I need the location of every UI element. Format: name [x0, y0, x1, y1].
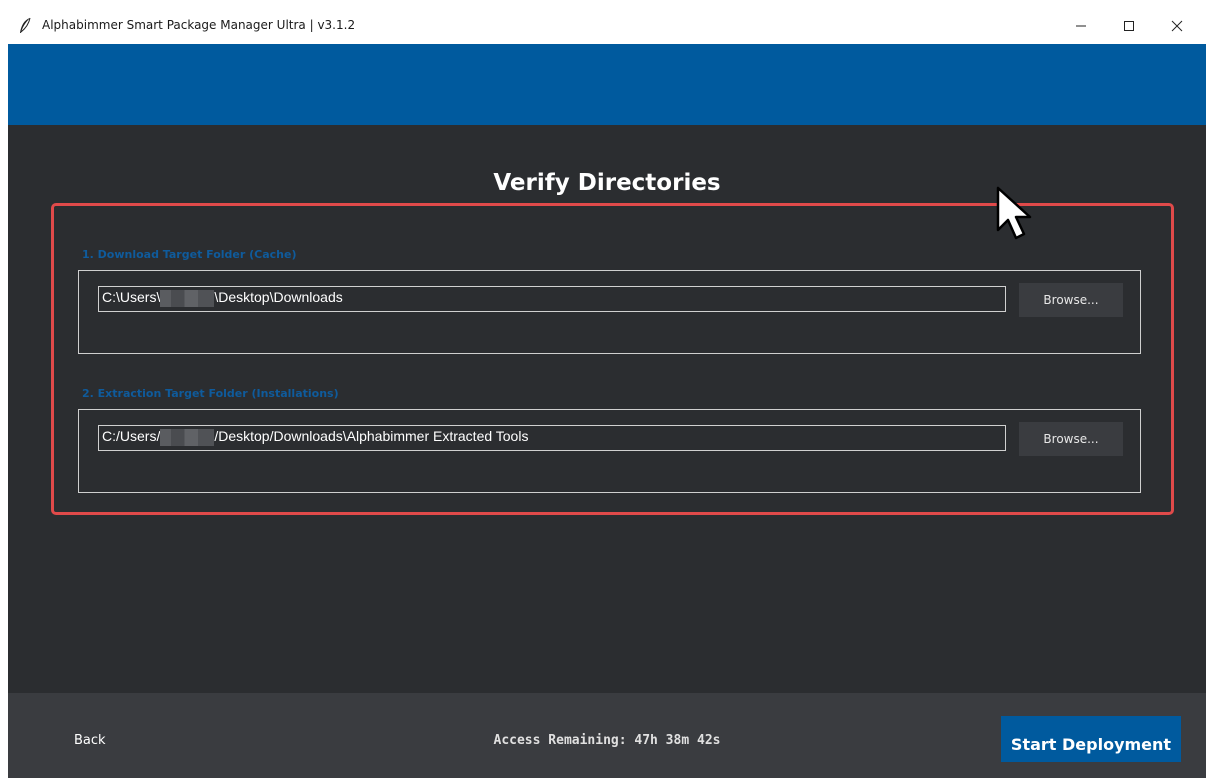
- window-title: Alphabimmer Smart Package Manager Ultra …: [42, 18, 356, 32]
- app-window: Alphabimmer Smart Package Manager Ultra …: [8, 8, 1206, 778]
- close-icon: [1171, 20, 1183, 32]
- redacted-username: [160, 428, 215, 446]
- feather-icon: [20, 17, 31, 33]
- maximize-icon: [1124, 21, 1134, 31]
- footer-bar: Back Access Remaining: 47h 38m 42s Start…: [8, 693, 1206, 778]
- extraction-folder-frame: C:/Users/ /Desktop/Downloads\Alphabimmer …: [78, 409, 1141, 493]
- maximize-button[interactable]: [1106, 8, 1152, 44]
- extraction-folder-label: 2. Extraction Target Folder (Installatio…: [82, 387, 339, 400]
- minimize-icon: [1076, 25, 1086, 27]
- extraction-browse-button[interactable]: Browse...: [1019, 422, 1123, 456]
- start-deployment-button[interactable]: Start Deployment: [1001, 716, 1181, 762]
- extraction-path-input[interactable]: C:/Users/ /Desktop/Downloads\Alphabimmer …: [98, 425, 1006, 451]
- title-bar: Alphabimmer Smart Package Manager Ultra …: [8, 8, 1206, 44]
- download-path-suffix: \Desktop\Downloads: [214, 289, 343, 305]
- mouse-cursor-icon: [996, 186, 1032, 240]
- minimize-button[interactable]: [1058, 8, 1104, 44]
- download-folder-frame: C:\Users\ \Desktop\Downloads Browse...: [78, 270, 1141, 354]
- download-path-prefix: C:\Users\: [102, 289, 161, 305]
- redacted-username: [160, 289, 215, 307]
- download-path-input[interactable]: C:\Users\ \Desktop\Downloads: [98, 286, 1006, 312]
- download-folder-label: 1. Download Target Folder (Cache): [82, 248, 297, 261]
- header-banner: [8, 44, 1206, 125]
- close-button[interactable]: [1154, 8, 1200, 44]
- download-browse-button[interactable]: Browse...: [1019, 283, 1123, 317]
- extraction-path-prefix: C:/Users/: [102, 428, 161, 444]
- extraction-path-suffix: /Desktop/Downloads\Alphabimmer Extracted…: [214, 428, 529, 444]
